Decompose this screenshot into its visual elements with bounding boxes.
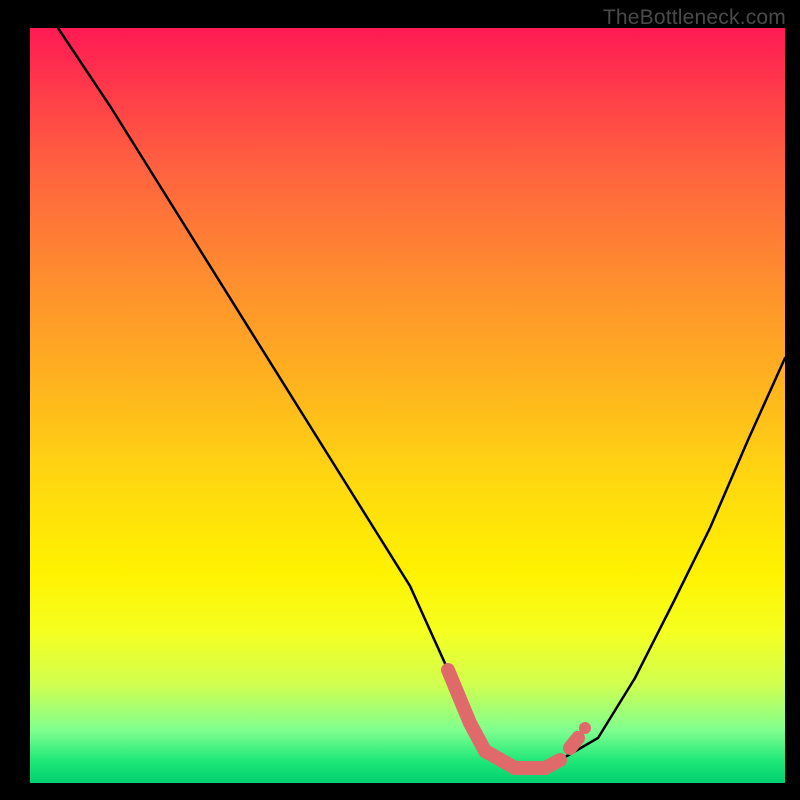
watermark-text: TheBottleneck.com (603, 6, 786, 30)
bottleneck-curve (30, 28, 785, 783)
chart-frame: TheBottleneck.com (0, 0, 800, 800)
optimal-range-marker (448, 670, 578, 768)
chart-plot-area (30, 28, 785, 783)
curve-path (58, 28, 785, 768)
marker-dot (579, 722, 591, 734)
